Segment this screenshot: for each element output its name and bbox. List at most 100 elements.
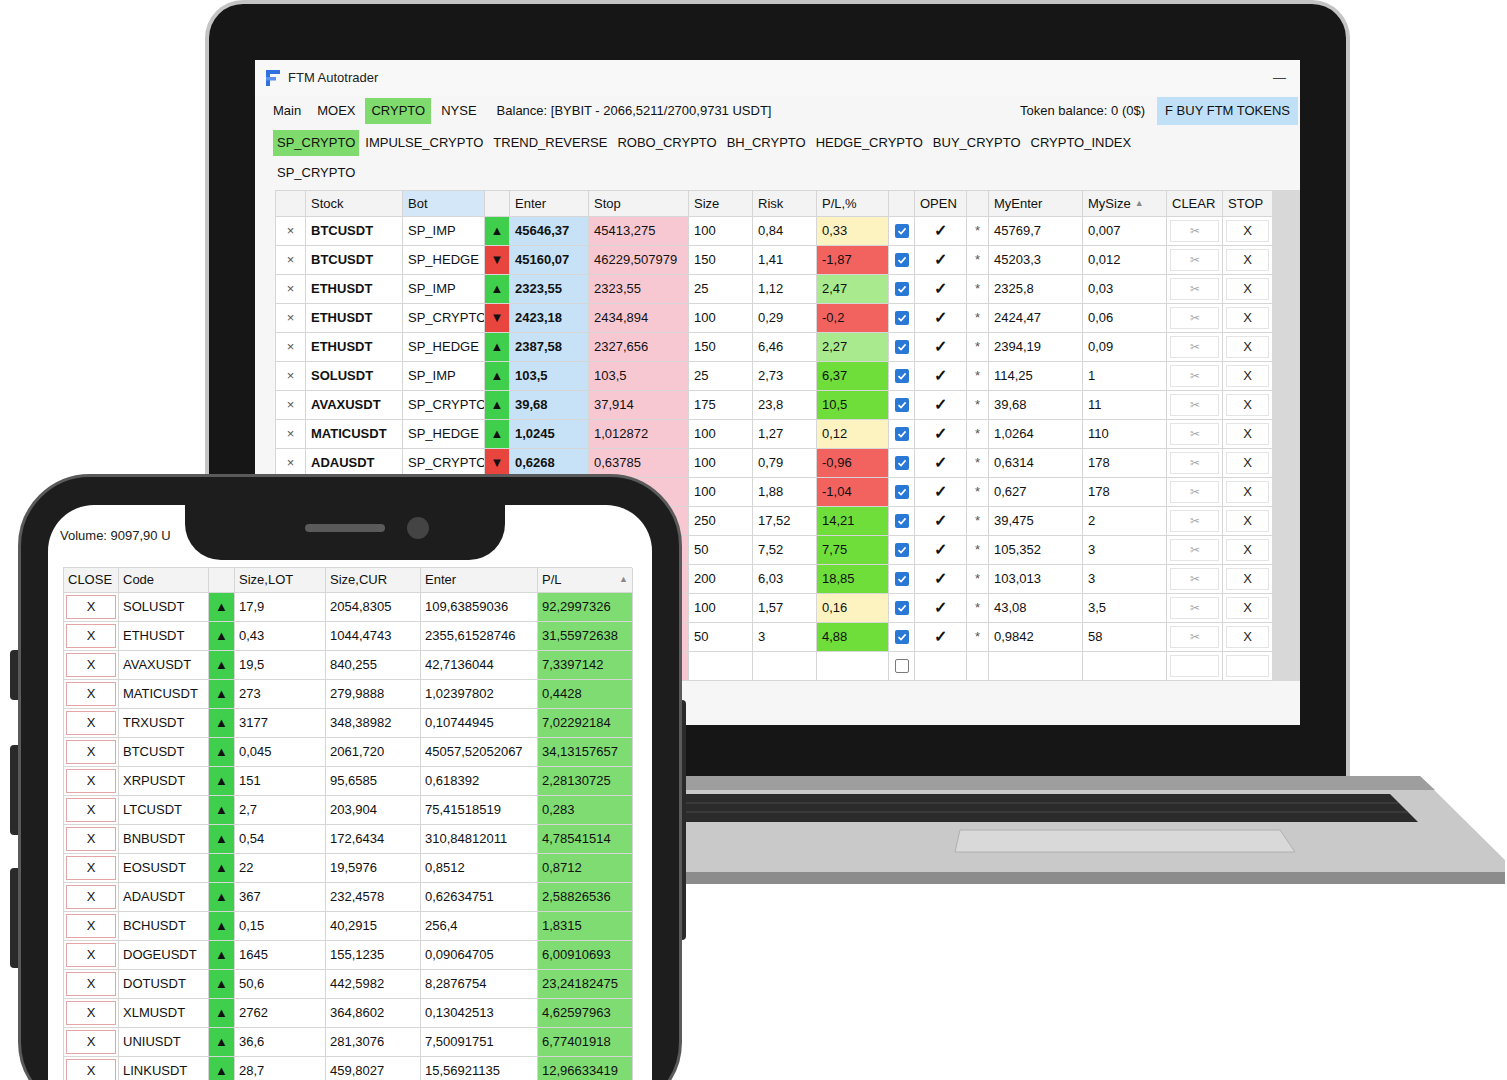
stop-button[interactable]: X	[1226, 568, 1269, 590]
stop-button[interactable]: X	[1226, 539, 1269, 561]
checkbox[interactable]	[895, 456, 909, 470]
checkbox[interactable]	[895, 659, 909, 673]
stop-button[interactable]: X	[1226, 220, 1269, 242]
clear-button[interactable]: ✂	[1170, 249, 1219, 271]
stop-button[interactable]: X	[1226, 249, 1269, 271]
checkbox[interactable]	[895, 311, 909, 325]
stop-button[interactable]: X	[1226, 510, 1269, 532]
checkbox-cell[interactable]	[889, 246, 915, 275]
open-cell[interactable]: ✓	[915, 449, 967, 478]
open-cell[interactable]: ✓	[915, 217, 967, 246]
checkbox[interactable]	[895, 572, 909, 586]
column-header[interactable]: MyEnter	[989, 191, 1083, 217]
checkbox[interactable]	[895, 253, 909, 267]
checkbox-cell[interactable]	[889, 275, 915, 304]
column-header[interactable]	[967, 191, 989, 217]
remove-button[interactable]: ×	[276, 275, 306, 304]
clear-button[interactable]: ✂	[1170, 365, 1219, 387]
table-row[interactable]: ×MATICUSDTSP_HEDGE▲1,02451,0128721001,27…	[276, 420, 1272, 449]
clear-button[interactable]: ✂	[1170, 626, 1219, 648]
open-cell[interactable]: ✓	[915, 536, 967, 565]
stop-button[interactable]: X	[1226, 423, 1269, 445]
phone-row[interactable]: XMATICUSDT▲273279,98881,023978020,4428	[64, 680, 632, 709]
column-header[interactable]: Bot	[403, 191, 485, 217]
open-cell[interactable]: ✓	[915, 391, 967, 420]
phone-row[interactable]: XTRXUSDT▲3177348,389820,107449457,022921…	[64, 709, 632, 738]
stop-button[interactable]: X	[1226, 394, 1269, 416]
close-button[interactable]: X	[66, 1030, 116, 1054]
clear-button[interactable]	[1170, 655, 1219, 677]
menu-item[interactable]: CRYPTO	[365, 98, 431, 124]
checkbox-cell[interactable]	[889, 565, 915, 594]
stop-button[interactable]: X	[1226, 626, 1269, 648]
clear-button[interactable]: ✂	[1170, 452, 1219, 474]
checkbox-cell[interactable]	[889, 449, 915, 478]
close-button[interactable]: X	[66, 885, 116, 909]
clear-button[interactable]: ✂	[1170, 597, 1219, 619]
menu-item[interactable]: Main	[267, 98, 307, 124]
phone-row[interactable]: XDOGEUSDT▲1645155,12350,090647056,009106…	[64, 941, 632, 970]
close-button[interactable]: X	[66, 711, 116, 735]
open-cell[interactable]: ✓	[915, 333, 967, 362]
close-button[interactable]: X	[66, 972, 116, 996]
column-header[interactable]: Size	[689, 191, 753, 217]
remove-button[interactable]: ×	[276, 246, 306, 275]
stop-button[interactable]: X	[1226, 481, 1269, 503]
table-row[interactable]: ×AVAXUSDTSP_CRYPTO▲39,6837,91417523,810,…	[276, 391, 1272, 420]
menu-item[interactable]: NYSE	[435, 98, 482, 124]
open-cell[interactable]: ✓	[915, 362, 967, 391]
close-button[interactable]: X	[66, 943, 116, 967]
remove-button[interactable]: ×	[276, 304, 306, 333]
table-row[interactable]: ×ETHUSDTSP_IMP▲2323,552323,55251,122,47✓…	[276, 275, 1272, 304]
remove-button[interactable]: ×	[276, 420, 306, 449]
close-button[interactable]: X	[66, 624, 116, 648]
open-cell[interactable]: ✓	[915, 420, 967, 449]
checkbox-cell[interactable]	[889, 217, 915, 246]
column-header[interactable]: STOP	[1223, 191, 1273, 217]
sub-tab[interactable]: SP_CRYPTO	[273, 130, 359, 156]
phone-row[interactable]: XBCHUSDT▲0,1540,2915256,41,8315	[64, 912, 632, 941]
phone-row[interactable]: XLTCUSDT▲2,7203,90475,415185190,283	[64, 796, 632, 825]
sub-tab[interactable]: BUY_CRYPTO	[929, 130, 1025, 156]
sub-tab[interactable]: TREND_REVERSE	[489, 130, 611, 156]
open-cell[interactable]: ✓	[915, 478, 967, 507]
minimize-button[interactable]: —	[1273, 68, 1290, 88]
stop-button[interactable]	[1226, 655, 1269, 677]
checkbox[interactable]	[895, 224, 909, 238]
table-row[interactable]: ×BTCUSDTSP_HEDGE▼45160,0746229,507979150…	[276, 246, 1272, 275]
sub-tab[interactable]: CRYPTO_INDEX	[1027, 130, 1136, 156]
clear-button[interactable]: ✂	[1170, 394, 1219, 416]
sub-tab[interactable]: IMPULSE_CRYPTO	[361, 130, 487, 156]
column-header[interactable]: Size,CUR	[326, 568, 421, 593]
stop-button[interactable]: X	[1226, 307, 1269, 329]
checkbox-cell[interactable]	[889, 594, 915, 623]
checkbox-cell[interactable]	[889, 507, 915, 536]
remove-button[interactable]: ×	[276, 362, 306, 391]
checkbox[interactable]	[895, 514, 909, 528]
close-button[interactable]: X	[66, 1059, 116, 1080]
column-header[interactable]: Enter	[421, 568, 538, 593]
phone-row[interactable]: XLINKUSDT▲28,7459,802715,5692113512,9663…	[64, 1057, 632, 1080]
table-row[interactable]: ×ETHUSDTSP_CRYPTO▼2423,182434,8941000,29…	[276, 304, 1272, 333]
column-header[interactable]	[485, 191, 510, 217]
close-button[interactable]: X	[66, 827, 116, 851]
phone-row[interactable]: XDOTUSDT▲50,6442,59828,287675423,2418247…	[64, 970, 632, 999]
checkbox-cell[interactable]	[889, 304, 915, 333]
clear-button[interactable]: ✂	[1170, 539, 1219, 561]
checkbox-cell[interactable]	[889, 478, 915, 507]
stop-button[interactable]: X	[1226, 597, 1269, 619]
phone-row[interactable]: XBTCUSDT▲0,0452061,72045057,5205206734,1…	[64, 738, 632, 767]
column-header[interactable]: Risk	[753, 191, 817, 217]
checkbox-cell[interactable]	[889, 420, 915, 449]
close-button[interactable]: X	[66, 856, 116, 880]
close-button[interactable]: X	[66, 1001, 116, 1025]
close-button[interactable]: X	[66, 740, 116, 764]
checkbox[interactable]	[895, 340, 909, 354]
sub-tab[interactable]: ROBO_CRYPTO	[613, 130, 720, 156]
phone-row[interactable]: XXLMUSDT▲2762364,86020,130425134,6259796…	[64, 999, 632, 1028]
checkbox-cell[interactable]	[889, 623, 915, 652]
close-button[interactable]: X	[66, 595, 116, 619]
phone-row[interactable]: XAVAXUSDT▲19,5840,25542,71360447,3397142	[64, 651, 632, 680]
remove-button[interactable]: ×	[276, 333, 306, 362]
phone-row[interactable]: XXRPUSDT▲15195,65850,6183922,28130725	[64, 767, 632, 796]
